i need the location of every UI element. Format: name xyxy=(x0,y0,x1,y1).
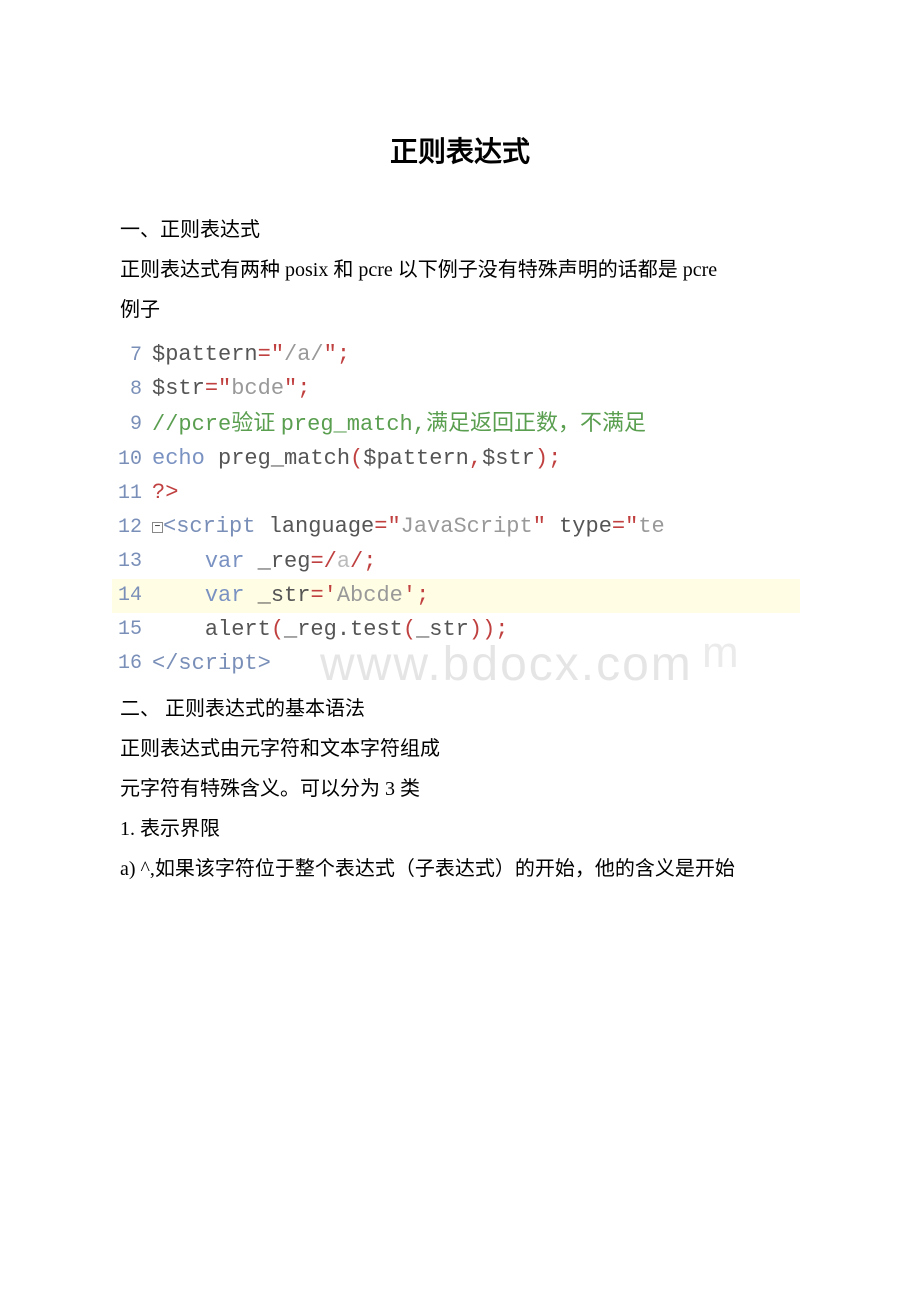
paragraph: a) ^,如果该字符位于整个表达式（子表达式）的开始，他的含义是开始 xyxy=(120,849,800,889)
body-text: 一、正则表达式 正则表达式有两种 posix 和 pcre 以下例子没有特殊声明… xyxy=(120,210,800,330)
code-line: 13 var _reg=/a/; xyxy=(112,545,800,579)
code-line: 11 ?> xyxy=(112,476,800,510)
code-line-highlighted: 14 var _str='Abcde'; xyxy=(112,579,800,613)
paragraph: 元字符有特殊含义。可以分为 3 类 xyxy=(120,769,800,809)
code-content: var _str='Abcde'; xyxy=(152,579,429,613)
paragraph: 一、正则表达式 xyxy=(120,210,800,250)
paragraph: 二、 正则表达式的基本语法 xyxy=(120,689,800,729)
line-number: 13 xyxy=(112,546,152,577)
code-line: 9 //pcre验证 preg_match,满足返回正数，不满足 xyxy=(112,406,800,442)
code-block: 7 $pattern="/a/"; 8 $str="bcde"; 9 //pcr… xyxy=(112,338,800,681)
paragraph: 正则表达式有两种 posix 和 pcre 以下例子没有特殊声明的话都是 pcr… xyxy=(120,250,800,290)
code-line: 8 $str="bcde"; xyxy=(112,372,800,406)
line-number: 12 xyxy=(112,512,152,543)
paragraph: 正则表达式由元字符和文本字符组成 xyxy=(120,729,800,769)
code-content: <script language="JavaScript" type="te xyxy=(163,510,665,544)
code-content: $pattern="/a/"; xyxy=(152,338,350,372)
code-content: echo preg_match($pattern,$str); xyxy=(152,442,561,476)
code-line: 10 echo preg_match($pattern,$str); xyxy=(112,442,800,476)
line-number: 10 xyxy=(112,444,152,475)
line-number: 8 xyxy=(112,374,152,405)
fold-icon[interactable]: − xyxy=(152,522,163,533)
code-content: $str="bcde"; xyxy=(152,372,310,406)
paragraph: 例子 xyxy=(120,290,800,330)
code-content: alert(_reg.test(_str)); xyxy=(152,613,508,647)
code-line: 7 $pattern="/a/"; xyxy=(112,338,800,372)
line-number: 11 xyxy=(112,478,152,509)
code-content: var _reg=/a/; xyxy=(152,545,376,579)
line-number: 9 xyxy=(112,409,152,440)
body-text: 二、 正则表达式的基本语法 正则表达式由元字符和文本字符组成 元字符有特殊含义。… xyxy=(120,689,800,889)
line-number: 16 xyxy=(112,648,152,679)
page-title: 正则表达式 xyxy=(120,130,800,170)
code-line: 16 </script> xyxy=(112,647,800,681)
code-content: </script> xyxy=(152,647,271,681)
code-content: //pcre验证 preg_match,满足返回正数，不满足 xyxy=(152,406,646,442)
line-number: 14 xyxy=(112,580,152,611)
code-line: 15 alert(_reg.test(_str)); xyxy=(112,613,800,647)
code-wrap: 7 $pattern="/a/"; 8 $str="bcde"; 9 //pcr… xyxy=(120,338,800,681)
code-content: ?> xyxy=(152,476,178,510)
line-number: 7 xyxy=(112,340,152,371)
code-line: 12 − <script language="JavaScript" type=… xyxy=(112,510,800,544)
document-page: 正则表达式 一、正则表达式 正则表达式有两种 posix 和 pcre 以下例子… xyxy=(0,0,920,949)
paragraph: 1. 表示界限 xyxy=(120,809,800,849)
line-number: 15 xyxy=(112,614,152,645)
